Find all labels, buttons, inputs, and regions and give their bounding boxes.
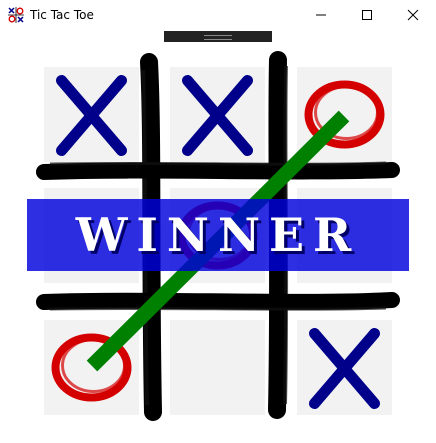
board-cell-r1-c1[interactable] [44, 67, 139, 162]
board-cell-r2-c1[interactable] [44, 188, 139, 283]
board-cell-r1-c2[interactable] [170, 67, 265, 162]
game-window: Tic Tac Toe WINNER [0, 0, 436, 443]
grid-line-horizontal-1 [36, 162, 400, 180]
grid-line-horizontal-2 [36, 292, 400, 310]
grid-line-horizontal-2-brush [49, 306, 387, 311]
board-cell-r3-c1[interactable] [44, 320, 139, 415]
board-cell-r2-c3[interactable] [297, 188, 392, 283]
board-cell-r3-c2[interactable] [170, 320, 265, 415]
grid-line-horizontal-1-brush [49, 161, 387, 166]
board-cell-r3-c3[interactable] [297, 320, 392, 415]
board-cell-r2-c2[interactable] [170, 188, 265, 283]
board-cell-r1-c3[interactable] [297, 67, 392, 162]
